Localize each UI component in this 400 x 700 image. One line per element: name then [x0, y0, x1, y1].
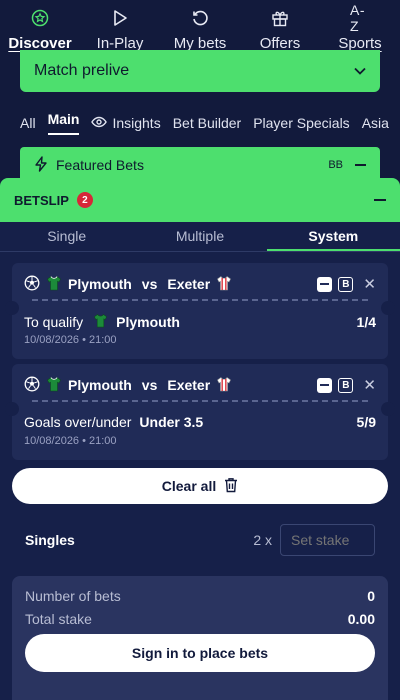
nav-offers[interactable]: Offers [240, 0, 320, 56]
history-icon [190, 8, 210, 28]
total-stake-row: Total stake 0.00 [25, 611, 375, 627]
away-shirt-icon [216, 376, 232, 395]
number-of-bets-label: Number of bets [25, 588, 121, 604]
clear-all-button[interactable]: Clear all [12, 468, 388, 504]
clear-all-label: Clear all [161, 478, 217, 494]
az-icon: A-Z [350, 2, 365, 34]
betslip-count-badge: 2 [76, 192, 93, 208]
nav-in-play[interactable]: In-Play [80, 0, 160, 56]
nav-discover[interactable]: Discover [0, 0, 80, 56]
selection-row: To qualify Plymouth 1/4 [24, 313, 376, 331]
tab-single[interactable]: Single [0, 222, 133, 251]
match-prelive-dropdown[interactable]: Match prelive [20, 50, 380, 92]
match-prelive-label: Match prelive [34, 62, 130, 79]
bet-builder-icon[interactable]: B [338, 377, 354, 393]
selection-card: Plymouth vs Exeter B ✕ To qualify Plymou… [5, 263, 395, 359]
tab-multiple[interactable]: Multiple [133, 222, 266, 251]
home-team: Plymouth [68, 276, 132, 292]
singles-row: Singles 2 x [25, 524, 375, 556]
singles-label: Singles [25, 532, 75, 548]
bet-builder-icon[interactable]: B [338, 276, 354, 292]
nav-my-bets[interactable]: My bets [160, 0, 240, 56]
collapse-icon[interactable] [374, 199, 386, 201]
betslip-header[interactable]: BETSLIP 2 [0, 178, 400, 222]
minus-icon[interactable] [355, 164, 366, 166]
total-stake-label: Total stake [25, 611, 92, 627]
selection-card: Plymouth vs Exeter B ✕ Goals over/under … [5, 364, 395, 460]
home-shirt-icon [46, 275, 62, 294]
gift-icon [270, 8, 290, 28]
nav-sports[interactable]: A-Z Sports [320, 0, 400, 56]
tab-player-specials[interactable]: Player Specials [253, 115, 350, 131]
chevron-down-icon [354, 62, 366, 80]
selection-row: Goals over/under Under 3.5 5/9 [24, 414, 376, 430]
trash-icon [224, 477, 238, 496]
match-datetime: 10/08/2026 • 21:00 [24, 334, 117, 346]
market-tabs: All Main Insights Bet Builder Player Spe… [20, 111, 389, 135]
tab-all[interactable]: All [20, 115, 36, 131]
lightning-icon [34, 155, 48, 175]
remove-toggle-icon[interactable] [317, 377, 333, 393]
vs-label: vs [141, 276, 158, 292]
eye-icon [91, 115, 108, 131]
number-of-bets-row: Number of bets 0 [25, 588, 375, 604]
bb-label: BB [328, 159, 343, 171]
play-icon [110, 8, 130, 28]
football-icon [24, 376, 40, 395]
tab-asia[interactable]: Asia [362, 115, 389, 131]
tab-bet-builder[interactable]: Bet Builder [173, 115, 241, 131]
star-circle-icon [30, 8, 50, 28]
selection-name: Under 3.5 [139, 414, 204, 430]
top-navigation: Discover In-Play My bets Offers A-Z Spor… [0, 0, 400, 56]
pick-shirt-icon [93, 313, 108, 331]
market-name: Goals over/under [24, 414, 132, 430]
away-team: Exeter [167, 276, 211, 292]
vs-label: vs [141, 377, 158, 393]
betslip-title: BETSLIP [14, 192, 69, 208]
match-row: Plymouth vs Exeter B ✕ [24, 374, 376, 396]
market-name: To qualify [24, 314, 84, 330]
stake-input[interactable] [280, 524, 375, 556]
betslip-summary: Number of bets 0 Total stake 0.00 Sign i… [12, 576, 388, 700]
tab-system[interactable]: System [266, 222, 400, 251]
home-shirt-icon [46, 376, 62, 395]
match-datetime: 10/08/2026 • 21:00 [24, 435, 117, 447]
football-icon [24, 275, 40, 294]
featured-bets-label: Featured Bets [56, 157, 144, 173]
close-icon[interactable]: ✕ [363, 376, 376, 394]
close-icon[interactable]: ✕ [363, 275, 376, 293]
number-of-bets-value: 0 [367, 588, 375, 604]
match-row: Plymouth vs Exeter B ✕ [24, 273, 376, 295]
odds: 1/4 [356, 314, 376, 330]
singles-count: 2 x [253, 532, 272, 548]
betslip-tabs: Single Multiple System [0, 222, 400, 252]
total-stake-value: 0.00 [347, 611, 375, 627]
home-team: Plymouth [68, 377, 132, 393]
odds: 5/9 [356, 414, 376, 430]
away-shirt-icon [216, 275, 232, 294]
sign-in-button[interactable]: Sign in to place bets [25, 634, 375, 672]
tab-main[interactable]: Main [47, 111, 80, 135]
remove-toggle-icon[interactable] [317, 276, 333, 292]
selection-name: Plymouth [116, 314, 180, 330]
betslip-panel: BETSLIP 2 Single Multiple System Plymout… [0, 178, 400, 700]
away-team: Exeter [167, 377, 211, 393]
tab-insights[interactable]: Insights [91, 115, 161, 131]
